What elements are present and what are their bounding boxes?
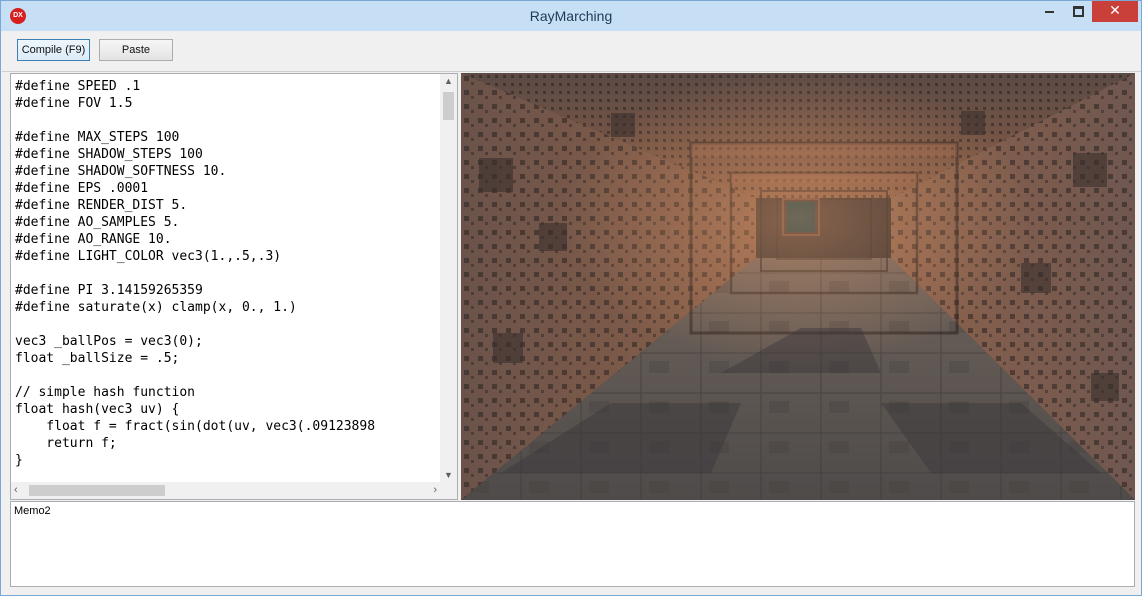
toolbar: Compile (F9) Paste bbox=[2, 31, 1141, 72]
close-button[interactable]: ✕ bbox=[1092, 1, 1138, 22]
scroll-right-arrow-icon[interactable]: › bbox=[433, 484, 437, 496]
memo-text[interactable]: Memo2 bbox=[14, 505, 51, 517]
maximize-button[interactable] bbox=[1064, 1, 1092, 22]
scroll-up-arrow-icon[interactable]: ▲ bbox=[440, 76, 457, 86]
window-title: RayMarching bbox=[529, 8, 613, 24]
render-viewport[interactable] bbox=[461, 73, 1135, 500]
menger-corridor-render bbox=[461, 73, 1135, 500]
compile-button[interactable]: Compile (F9) bbox=[17, 39, 90, 61]
vertical-scrollbar[interactable]: ▲ ▼ bbox=[440, 74, 457, 482]
code-editor[interactable]: #define SPEED .1 #define FOV 1.5 #define… bbox=[10, 73, 458, 500]
minimize-icon bbox=[1045, 11, 1054, 13]
scroll-left-arrow-icon[interactable]: ‹ bbox=[14, 484, 18, 496]
minimize-button[interactable] bbox=[1035, 1, 1065, 22]
paste-button[interactable]: Paste bbox=[99, 39, 173, 61]
title-bar[interactable]: DX RayMarching ✕ bbox=[1, 1, 1141, 31]
maximize-icon bbox=[1073, 6, 1084, 17]
shader-code-text[interactable]: #define SPEED .1 #define FOV 1.5 #define… bbox=[15, 78, 439, 476]
scrollbar-corner bbox=[440, 482, 457, 499]
memo-output[interactable]: Memo2 bbox=[10, 501, 1135, 587]
scroll-down-arrow-icon[interactable]: ▼ bbox=[440, 470, 457, 480]
vertical-scroll-thumb[interactable] bbox=[443, 92, 454, 120]
horizontal-scrollbar[interactable]: ‹ › bbox=[11, 482, 440, 499]
main-window: DX RayMarching ✕ Compile (F9) Paste #def… bbox=[0, 0, 1142, 596]
close-icon: ✕ bbox=[1109, 3, 1121, 19]
horizontal-scroll-thumb[interactable] bbox=[29, 485, 165, 496]
